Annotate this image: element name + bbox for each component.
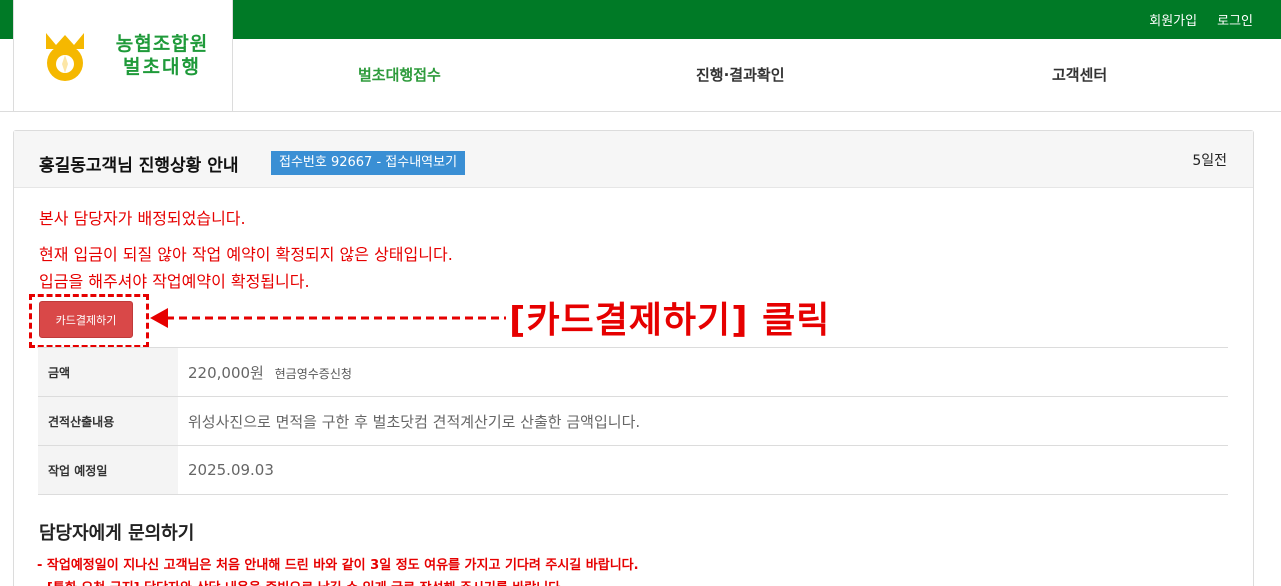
estimate-value: 위성사진으로 면적을 구한 후 벌초닷컴 견적계산기로 산출한 금액입니다. [178, 396, 1228, 446]
info-table: 금액 220,000원 현금영수증신청 견적산출내용 위성사진으로 면적을 구한… [38, 347, 1228, 495]
card-payment-button[interactable]: 카드결제하기 [39, 301, 133, 338]
logo-text: 농협조합원 벌초대행 [92, 33, 232, 79]
table-row: 금액 220,000원 현금영수증신청 [38, 347, 1228, 397]
amount-cell: 220,000원 현금영수증신청 [178, 347, 1228, 397]
signup-link[interactable]: 회원가입 [1149, 10, 1197, 29]
assigned-message: 본사 담당자가 배정되었습니다. [39, 209, 246, 228]
days-left-badge: 5일전 [1192, 153, 1227, 169]
login-link[interactable]: 로그인 [1217, 10, 1253, 29]
account-links: 회원가입 로그인 [1149, 0, 1253, 39]
estimate-label: 견적산출내용 [38, 396, 178, 446]
amount-value: 220,000원 [188, 363, 264, 382]
panel-header: 홍길동고객님 진행상황 안내 접수번호 92667 - 접수내역보기 5일전 [14, 131, 1253, 188]
logo[interactable]: 농협조합원 벌초대행 [13, 0, 233, 112]
panel-title: 홍길동고객님 진행상황 안내 [39, 156, 239, 176]
notice-item: - 작업예정일이 지나신 고객님은 처음 안내해 드린 바와 같이 3일 정도 … [37, 558, 639, 573]
work-date-label: 작업 예정일 [38, 445, 178, 495]
work-date-value: 2025.09.03 [178, 445, 1228, 495]
nav-progress[interactable]: 진행·결과확인 [696, 64, 785, 85]
table-row: 견적산출내용 위성사진으로 면적을 구한 후 벌초닷컴 견적계산기로 산출한 금… [38, 396, 1228, 446]
amount-label: 금액 [38, 347, 178, 397]
logo-line-2: 벌초대행 [123, 56, 201, 78]
nh-logo-icon [46, 33, 84, 81]
arrow-left-icon [150, 308, 506, 328]
receipt-details-button[interactable]: 접수번호 92667 - 접수내역보기 [271, 151, 466, 175]
notice-item: - [통화 요청 금지] 담당자와 상담 내용을 증빙으로 남길 수 있게 글로… [37, 577, 565, 586]
logo-line-1: 농협조합원 [115, 33, 209, 55]
progress-panel: 홍길동고객님 진행상황 안내 접수번호 92667 - 접수내역보기 5일전 본… [13, 130, 1254, 586]
unpaid-message: 현재 입금이 되질 않아 작업 예약이 확정되지 않은 상태입니다. [39, 245, 453, 264]
click-annotation: [카드결제하기] 클릭 [509, 300, 831, 341]
table-row: 작업 예정일 2025.09.03 [38, 445, 1228, 495]
cash-receipt-link[interactable]: 현금영수증신청 [275, 367, 352, 381]
nav-request[interactable]: 벌초대행접수 [358, 64, 441, 85]
nav-support[interactable]: 고객센터 [1052, 64, 1107, 85]
payment-required-message: 입금을 해주셔야 작업예약이 확정됩니다. [39, 272, 310, 291]
inquiry-title: 담당자에게 문의하기 [39, 523, 195, 544]
